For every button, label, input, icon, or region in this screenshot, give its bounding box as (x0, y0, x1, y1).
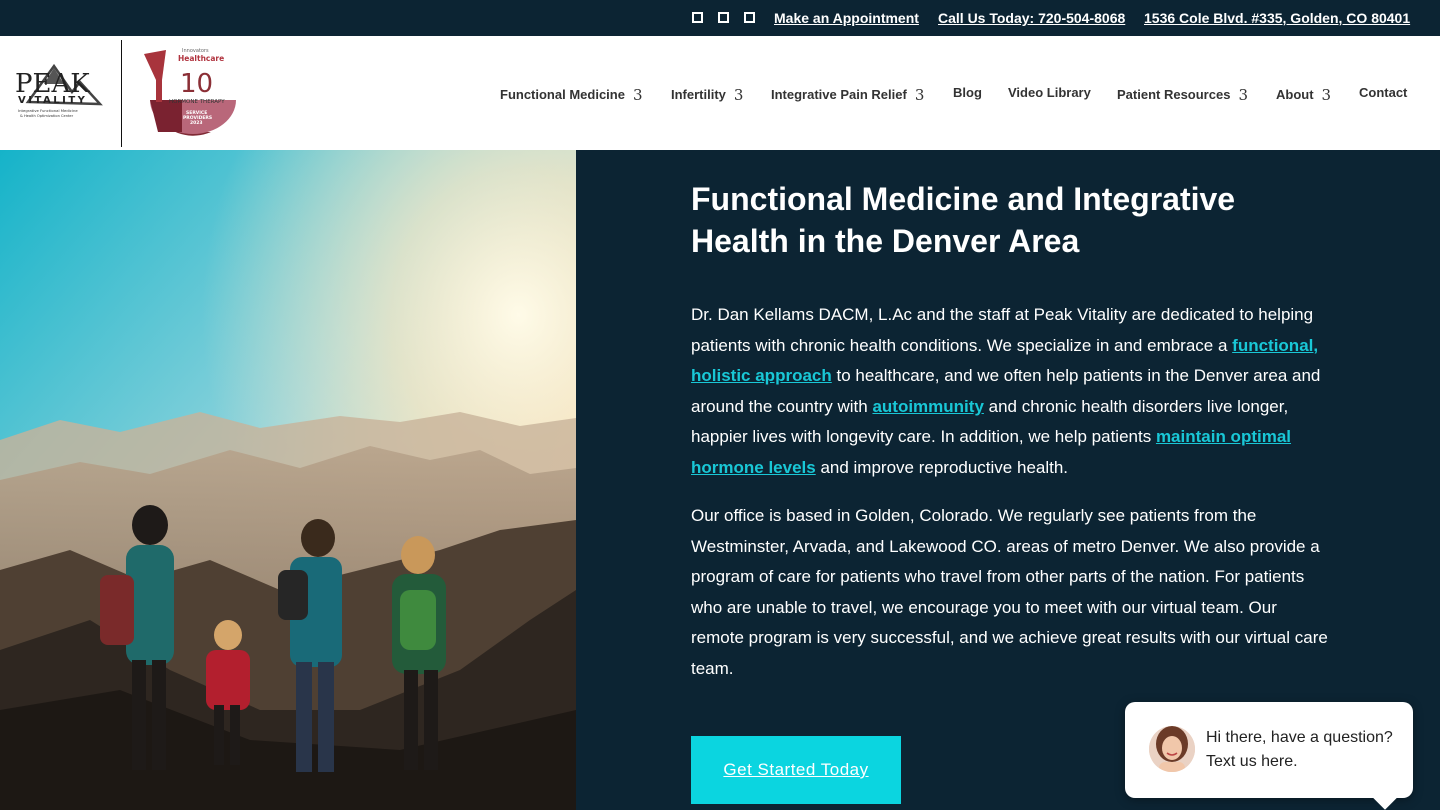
site-header: PEAK VITALITY Integrative Functional Med… (0, 36, 1440, 150)
autoimmunity-link[interactable]: autoimmunity (872, 397, 983, 416)
hero-family-mountain-image (0, 150, 576, 810)
address-link[interactable]: 1536 Cole Blvd. #335, Golden, CO 80401 (1144, 10, 1410, 26)
nav-functional-medicine[interactable]: Functional Medicine 3 (500, 85, 643, 104)
nav-blog[interactable]: Blog (953, 85, 982, 100)
nav-label: Contact (1359, 85, 1408, 100)
nav-label: Video Library (1008, 85, 1091, 100)
nav-label: Patient Resources (1117, 87, 1231, 102)
instagram-icon[interactable] (718, 12, 729, 23)
hero-title: Functional Medicine and Integrative Heal… (691, 181, 1236, 259)
intro-paragraph: Dr. Dan Kellams DACM, L.Ac and the staff… (691, 300, 1331, 484)
chat-agent-avatar (1149, 726, 1195, 772)
chevron-down-icon: 3 (1321, 86, 1332, 104)
chevron-down-icon: 3 (632, 86, 643, 104)
nav-label: Blog (953, 85, 982, 100)
nav-about[interactable]: About 3 (1276, 85, 1332, 104)
nav-contact[interactable]: Contact (1359, 85, 1407, 100)
office-paragraph: Our office is based in Golden, Colorado.… (691, 506, 1328, 678)
get-started-button[interactable]: Get Started Today (691, 736, 901, 804)
nav-infertility[interactable]: Infertility 3 (671, 85, 744, 104)
logo-divider (121, 40, 122, 147)
svg-text:HORMONE THERAPY: HORMONE THERAPY (169, 99, 225, 105)
intro-text-1: Dr. Dan Kellams DACM, L.Ac and the staff… (691, 305, 1314, 355)
chevron-down-icon: 3 (1238, 86, 1248, 104)
nav-integrative-pain-relief[interactable]: Integrative Pain Relief 3 (771, 85, 925, 104)
healthcare-award-badge: Innovators Healthcare 10 HORMONE THERAPY… (144, 48, 236, 136)
svg-text:10: 10 (180, 69, 213, 99)
facebook-icon[interactable] (692, 12, 703, 23)
svg-text:2023: 2023 (190, 120, 203, 126)
nav-label: About (1276, 87, 1314, 102)
nav-patient-resources[interactable]: Patient Resources 3 (1117, 85, 1248, 104)
svg-text:& Health Optimization Center: & Health Optimization Center (20, 114, 74, 118)
chevron-down-icon: 3 (733, 86, 744, 104)
nav-label: Integrative Pain Relief (771, 87, 907, 102)
svg-text:Integrative Functional Medicin: Integrative Functional Medicine (18, 108, 78, 113)
make-appointment-link[interactable]: Make an Appointment (774, 10, 919, 26)
youtube-icon[interactable] (744, 12, 755, 23)
phone-link[interactable]: Call Us Today: 720-504-8068 (938, 10, 1125, 26)
chat-widget[interactable]: Hi there, have a question? Text us here. (1125, 702, 1413, 798)
peak-vitality-logo[interactable]: PEAK VITALITY Integrative Functional Med… (14, 62, 108, 122)
chat-message: Hi there, have a question? Text us here. (1206, 729, 1393, 770)
nav-label: Functional Medicine (500, 87, 625, 102)
intro-text-4: and improve reproductive health. (815, 457, 1069, 477)
nav-video-library[interactable]: Video Library (1008, 85, 1091, 100)
top-bar: Make an Appointment Call Us Today: 720-5… (0, 0, 1440, 36)
nav-label: Infertility (671, 87, 726, 102)
svg-text:Healthcare: Healthcare (178, 54, 224, 63)
svg-text:VITALITY: VITALITY (18, 95, 87, 106)
chevron-down-icon: 3 (914, 86, 925, 104)
